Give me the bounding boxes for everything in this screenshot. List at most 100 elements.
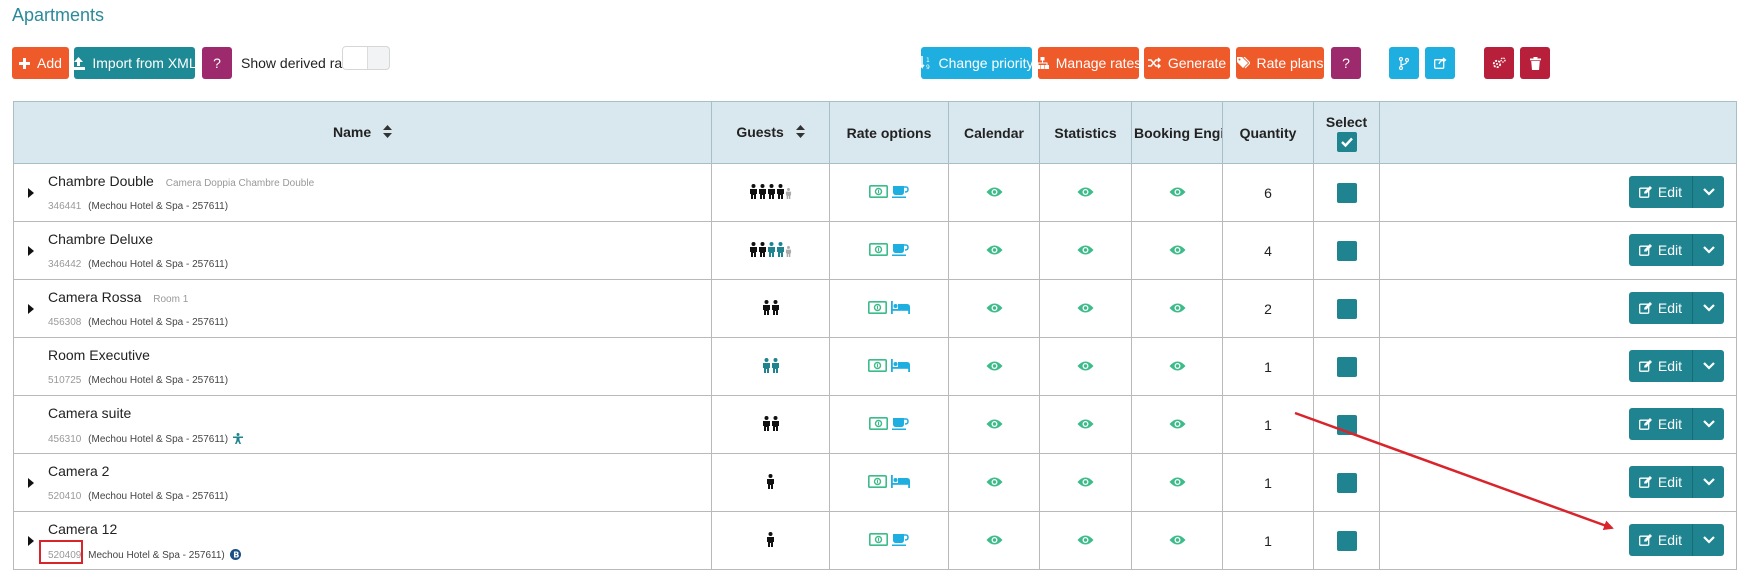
- branch-button[interactable]: [1389, 47, 1419, 79]
- row-select-checkbox[interactable]: [1336, 356, 1357, 377]
- actions-cell: Edit: [1379, 395, 1737, 454]
- edit-button[interactable]: Edit: [1628, 350, 1692, 382]
- import-xml-button[interactable]: Import from XML: [72, 47, 197, 79]
- rate-options-cell[interactable]: [829, 337, 949, 396]
- edit-button[interactable]: Edit: [1628, 466, 1692, 498]
- help-button-2[interactable]: ?: [1331, 47, 1361, 79]
- quantity-cell: 1: [1222, 511, 1314, 570]
- eye-icon[interactable]: [986, 476, 1003, 488]
- help-button[interactable]: ?: [202, 47, 232, 79]
- room-meta: 346442 (Mechou Hotel & Spa - 257611): [48, 259, 228, 270]
- room-name[interactable]: Camera 12: [48, 521, 125, 537]
- edit-dropdown-button[interactable]: [1692, 408, 1724, 440]
- rate-plans-button[interactable]: Rate plans: [1236, 47, 1324, 79]
- eye-icon[interactable]: [986, 244, 1003, 256]
- change-priority-label: Change priority: [938, 55, 1034, 71]
- rate-options-cell[interactable]: [829, 511, 949, 570]
- rate-options-cell[interactable]: [829, 453, 949, 512]
- statistics-cell: [1039, 395, 1132, 454]
- share-button[interactable]: [1425, 47, 1455, 79]
- manage-rates-button[interactable]: Manage rates: [1035, 47, 1141, 79]
- select-cell: [1313, 453, 1380, 512]
- expand-caret-icon[interactable]: [28, 536, 34, 546]
- edit-dropdown-button[interactable]: [1692, 292, 1724, 324]
- change-priority-button[interactable]: 19 Change priority: [919, 47, 1034, 79]
- eye-icon[interactable]: [1077, 186, 1094, 198]
- hotel-label: (Mechou Hotel & Spa - 257611): [88, 259, 229, 270]
- row-select-checkbox[interactable]: [1336, 530, 1357, 551]
- edit-button[interactable]: Edit: [1628, 292, 1692, 324]
- rate-options-cell[interactable]: [829, 163, 949, 222]
- edit-dropdown-button[interactable]: [1692, 176, 1724, 208]
- edit-dropdown-button[interactable]: [1692, 350, 1724, 382]
- money-icon: [869, 532, 888, 546]
- room-name[interactable]: Chambre Deluxe: [48, 231, 161, 247]
- edit-label: Edit: [1657, 416, 1682, 432]
- room-name[interactable]: Chambre Double Camera Doppia Chambre Dou…: [48, 173, 314, 189]
- edit-button[interactable]: Edit: [1628, 234, 1692, 266]
- room-id: 456310: [48, 434, 82, 445]
- room-name[interactable]: Camera Rossa Room 1: [48, 289, 188, 305]
- booking-engine-cell: [1131, 453, 1223, 512]
- settings-button[interactable]: [1484, 47, 1514, 79]
- room-name[interactable]: Room Executive: [48, 347, 158, 363]
- eye-icon[interactable]: [986, 418, 1003, 430]
- eye-icon[interactable]: [1169, 360, 1186, 372]
- row-select-checkbox[interactable]: [1336, 414, 1357, 435]
- room-name[interactable]: Camera suite: [48, 405, 139, 421]
- row-select-checkbox[interactable]: [1336, 182, 1357, 203]
- expand-caret-icon[interactable]: [28, 304, 34, 314]
- rate-options-cell[interactable]: [829, 221, 949, 280]
- hotel-label: (Mechou Hotel & Spa - 257611): [88, 491, 229, 502]
- eye-icon[interactable]: [1169, 534, 1186, 546]
- room-name[interactable]: Camera 2: [48, 463, 117, 479]
- delete-button[interactable]: [1520, 47, 1550, 79]
- name-cell: Camera suite 456310 (Mechou Hotel & Spa …: [13, 395, 712, 454]
- add-button[interactable]: Add: [12, 47, 69, 79]
- eye-icon[interactable]: [1169, 476, 1186, 488]
- edit-button[interactable]: Edit: [1628, 408, 1692, 440]
- row-select-checkbox[interactable]: [1336, 240, 1357, 261]
- edit-dropdown-button[interactable]: [1692, 524, 1724, 556]
- column-header-name[interactable]: Name: [13, 101, 712, 164]
- edit-button[interactable]: Edit: [1628, 524, 1692, 556]
- edit-dropdown-button[interactable]: [1692, 466, 1724, 498]
- rate-options-cell[interactable]: [829, 395, 949, 454]
- edit-label: Edit: [1657, 474, 1682, 490]
- eye-icon[interactable]: [1077, 244, 1094, 256]
- cogs-icon: [1492, 57, 1506, 69]
- eye-icon[interactable]: [1077, 476, 1094, 488]
- eye-icon[interactable]: [1169, 302, 1186, 314]
- eye-icon[interactable]: [1077, 302, 1094, 314]
- column-header-guests[interactable]: Guests: [711, 101, 830, 164]
- row-select-checkbox[interactable]: [1336, 472, 1357, 493]
- generate-button[interactable]: Generate: [1144, 47, 1230, 79]
- show-derived-rates-toggle[interactable]: [342, 46, 390, 70]
- rate-options-cell[interactable]: [829, 279, 949, 338]
- eye-icon[interactable]: [1077, 534, 1094, 546]
- eye-icon[interactable]: [1169, 186, 1186, 198]
- eye-icon[interactable]: [986, 534, 1003, 546]
- chevron-down-icon: [1702, 304, 1715, 312]
- room-name-text: Chambre Deluxe: [48, 231, 154, 247]
- expand-caret-icon[interactable]: [28, 478, 34, 488]
- eye-icon[interactable]: [986, 186, 1003, 198]
- expand-caret-icon[interactable]: [28, 246, 34, 256]
- expand-caret-icon[interactable]: [28, 188, 34, 198]
- eye-icon[interactable]: [1169, 244, 1186, 256]
- select-all-checkbox[interactable]: [1336, 131, 1357, 152]
- edit-button[interactable]: Edit: [1628, 176, 1692, 208]
- hotel-label: Mechou Hotel & Spa - 257611): [88, 550, 225, 561]
- eye-icon[interactable]: [1169, 418, 1186, 430]
- eye-icon[interactable]: [1077, 360, 1094, 372]
- eye-icon[interactable]: [986, 302, 1003, 314]
- eye-icon[interactable]: [986, 360, 1003, 372]
- quantity-cell: 2: [1222, 279, 1314, 338]
- room-id: 510725: [48, 375, 82, 386]
- eye-icon[interactable]: [1077, 418, 1094, 430]
- row-select-checkbox[interactable]: [1336, 298, 1357, 319]
- select-cell: [1313, 337, 1380, 396]
- money-icon: [868, 358, 887, 372]
- edit-dropdown-button[interactable]: [1692, 234, 1724, 266]
- select-cell: [1313, 395, 1380, 454]
